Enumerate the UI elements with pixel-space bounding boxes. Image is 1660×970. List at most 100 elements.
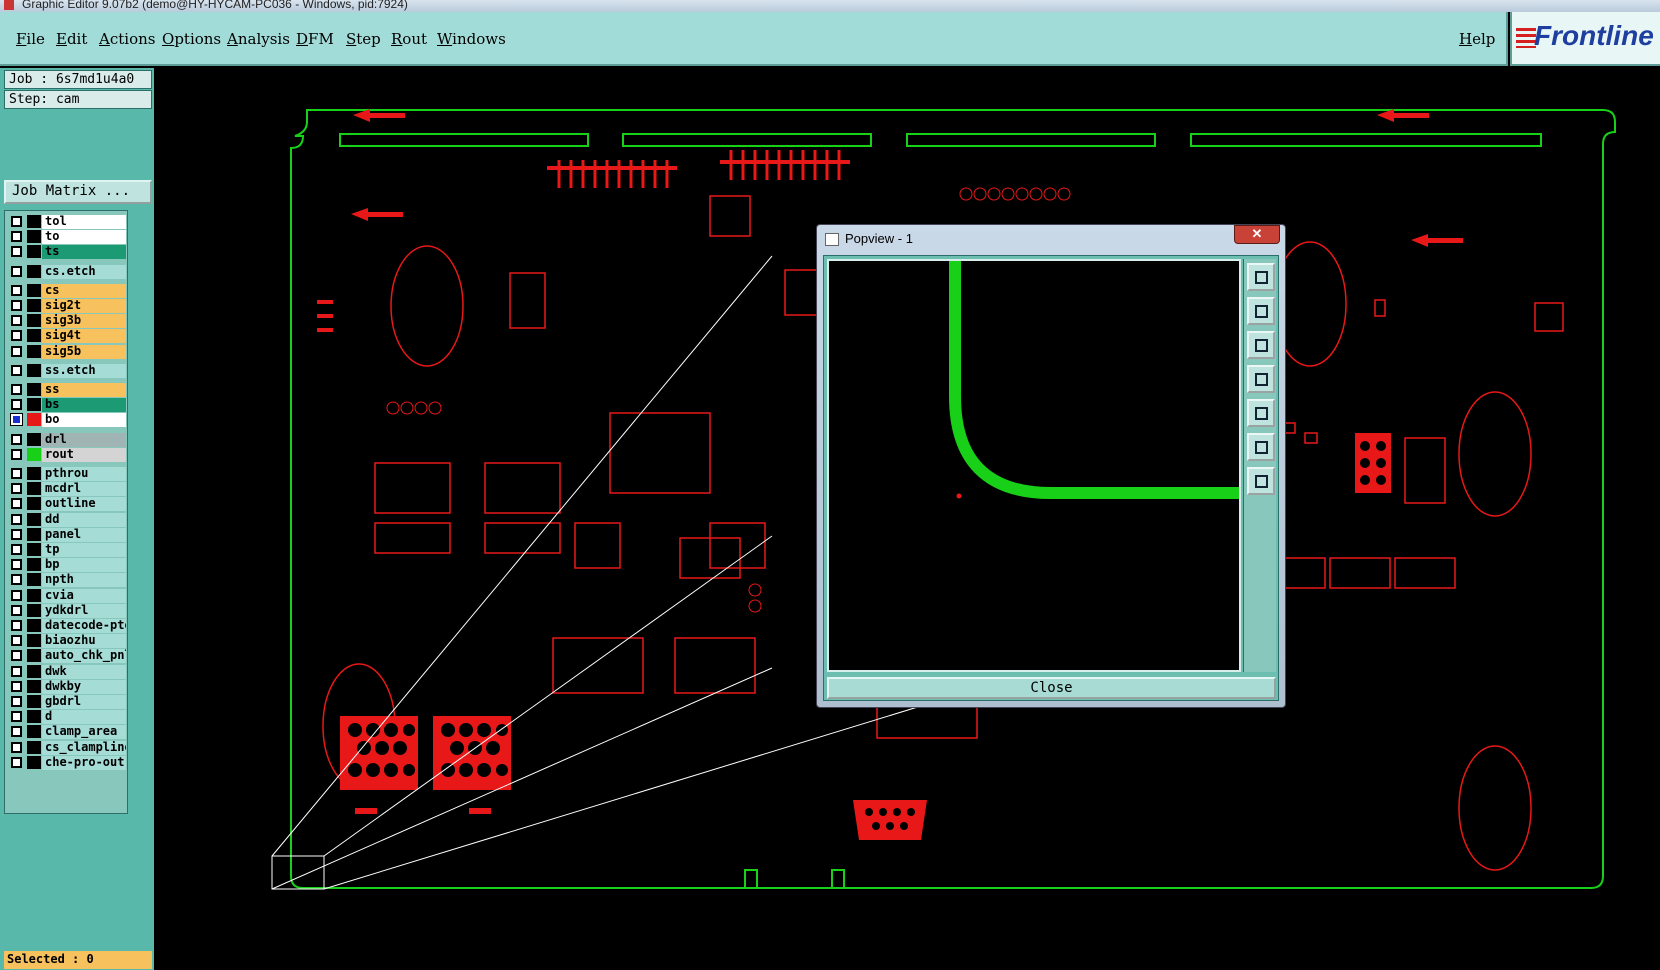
layer-row[interactable]: bo xyxy=(5,412,129,428)
layer-row[interactable]: ydkdrl xyxy=(5,603,129,618)
layer-row[interactable]: mcdrl xyxy=(5,481,129,497)
layer-checkbox[interactable] xyxy=(11,589,22,601)
layer-color-swatch[interactable] xyxy=(27,363,41,377)
menu-options[interactable]: Options xyxy=(162,30,221,48)
layer-row[interactable]: bp xyxy=(5,557,129,573)
layer-color-swatch[interactable] xyxy=(27,573,41,587)
zoom-in-icon[interactable] xyxy=(1247,433,1275,461)
layer-row[interactable]: dwkby xyxy=(5,679,129,694)
layer-color-swatch[interactable] xyxy=(27,283,41,297)
layer-name[interactable]: dwk xyxy=(42,664,126,679)
layer-name[interactable]: cs.etch xyxy=(42,264,126,279)
layer-checkbox[interactable] xyxy=(11,468,22,479)
layer-color-swatch[interactable] xyxy=(27,603,41,617)
layer-name[interactable]: sig3b xyxy=(42,314,126,329)
layer-checkbox[interactable] xyxy=(11,399,22,411)
layer-row[interactable]: panel xyxy=(5,527,129,542)
layer-name[interactable]: ss.etch xyxy=(42,363,126,378)
layer-color-swatch[interactable] xyxy=(27,398,41,412)
layer-name[interactable]: mcdrl xyxy=(42,482,126,497)
layer-row[interactable]: pthrou xyxy=(5,466,129,481)
layer-checkbox[interactable] xyxy=(11,513,22,525)
layer-color-swatch[interactable] xyxy=(27,314,41,328)
layer-row[interactable]: ss xyxy=(5,382,129,397)
layer-row[interactable]: sig2t xyxy=(5,298,129,313)
layer-checkbox[interactable] xyxy=(11,448,22,460)
layer-checkbox[interactable] xyxy=(11,741,22,753)
layer-name[interactable]: outline xyxy=(42,497,126,512)
layer-name[interactable]: cs xyxy=(42,283,126,298)
layer-row[interactable]: cvia xyxy=(5,588,129,603)
layer-row[interactable]: datecode-pto xyxy=(5,618,129,633)
layer-name[interactable]: gbdrl xyxy=(42,695,126,709)
menu-file[interactable]: File xyxy=(16,30,45,48)
pan-up-icon[interactable] xyxy=(1247,297,1275,325)
layer-color-swatch[interactable] xyxy=(27,634,41,648)
layer-checkbox[interactable] xyxy=(11,635,22,647)
layer-checkbox[interactable] xyxy=(11,650,22,662)
layer-checkbox[interactable] xyxy=(11,216,22,227)
layer-color-swatch[interactable] xyxy=(27,482,41,496)
layer-name[interactable]: che-pro-out xyxy=(42,755,126,770)
layer-checkbox[interactable] xyxy=(11,665,22,677)
layer-row[interactable]: sig3b xyxy=(5,313,129,329)
menu-rout[interactable]: Rout xyxy=(391,30,427,48)
layer-row[interactable]: ts xyxy=(5,244,129,260)
layer-row[interactable]: drl xyxy=(5,432,129,447)
layer-color-swatch[interactable] xyxy=(27,497,41,511)
layer-row[interactable]: clamp_area xyxy=(5,724,129,740)
layer-checkbox[interactable] xyxy=(11,696,22,707)
layer-row[interactable]: rout xyxy=(5,447,129,462)
layer-name[interactable]: panel xyxy=(42,527,126,542)
layer-checkbox[interactable] xyxy=(11,330,22,342)
layer-checkbox[interactable] xyxy=(11,284,22,296)
layer-row[interactable]: sig4t xyxy=(5,328,129,344)
layer-row[interactable]: auto_chk_pnl xyxy=(5,648,129,664)
layer-checkbox[interactable] xyxy=(11,711,22,723)
layer-name[interactable]: bo xyxy=(42,413,126,428)
layer-name[interactable]: ydkdrl xyxy=(42,603,126,618)
layer-name[interactable]: npth xyxy=(42,573,126,588)
layer-row[interactable]: d xyxy=(5,709,129,725)
layer-checkbox[interactable] xyxy=(11,345,22,357)
layer-name[interactable]: dd xyxy=(42,512,126,527)
layer-color-swatch[interactable] xyxy=(27,755,41,769)
pan-left-icon[interactable] xyxy=(1247,365,1275,393)
menu-edit[interactable]: Edit xyxy=(56,30,87,48)
job-matrix-button[interactable]: Job Matrix ... xyxy=(4,180,152,204)
layer-row[interactable]: tol xyxy=(5,214,129,229)
pan-down-icon[interactable] xyxy=(1247,331,1275,359)
layer-checkbox[interactable] xyxy=(11,559,22,571)
layer-name[interactable]: auto_chk_pnl xyxy=(42,649,126,664)
layer-name[interactable]: drl xyxy=(42,432,126,447)
layer-color-swatch[interactable] xyxy=(27,725,41,739)
layer-row[interactable]: dd xyxy=(5,512,129,527)
layer-name[interactable]: sig4t xyxy=(42,329,126,344)
layer-name[interactable]: tol xyxy=(42,215,126,229)
layer-color-swatch[interactable] xyxy=(27,447,41,461)
popview-close-button[interactable]: Close xyxy=(827,677,1276,699)
menu-windows[interactable]: Windows xyxy=(437,30,506,48)
layer-checkbox[interactable] xyxy=(11,265,22,277)
pan-right-icon[interactable] xyxy=(1247,399,1275,427)
layer-checkbox[interactable] xyxy=(11,384,22,395)
layer-name[interactable]: dwkby xyxy=(42,679,126,694)
layer-name[interactable]: bp xyxy=(42,558,126,573)
layer-name[interactable]: cvia xyxy=(42,588,126,603)
layer-checkbox[interactable] xyxy=(11,364,22,376)
layer-checkbox[interactable] xyxy=(11,620,22,631)
layer-color-swatch[interactable] xyxy=(27,543,41,556)
layer-checkbox[interactable] xyxy=(11,300,22,311)
layer-row[interactable]: npth xyxy=(5,572,129,588)
layer-checkbox[interactable] xyxy=(11,574,22,586)
layer-name[interactable]: biaozhu xyxy=(42,634,126,649)
layer-name[interactable]: rout xyxy=(42,447,126,462)
layer-row[interactable]: ss.etch xyxy=(5,363,129,378)
layer-color-swatch[interactable] xyxy=(27,432,41,446)
layer-color-swatch[interactable] xyxy=(27,710,41,724)
layer-checkbox[interactable] xyxy=(11,756,22,768)
layer-row[interactable]: biaozhu xyxy=(5,633,129,649)
layer-color-swatch[interactable] xyxy=(27,527,41,541)
layer-color-swatch[interactable] xyxy=(27,664,41,678)
layer-color-swatch[interactable] xyxy=(27,695,41,708)
